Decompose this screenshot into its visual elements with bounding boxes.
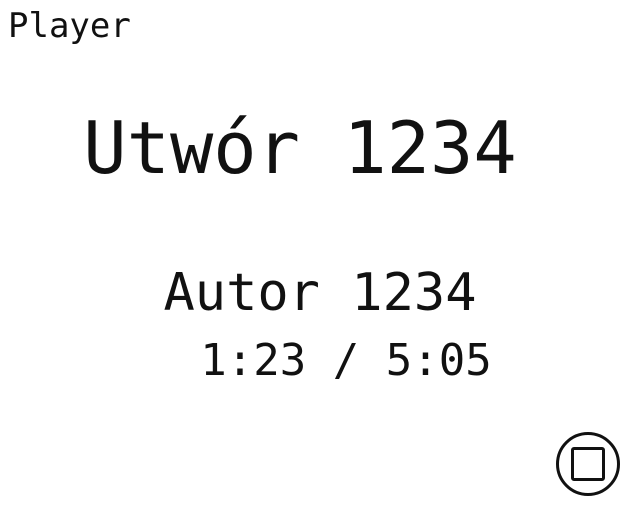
total-time: 5:05 <box>385 335 492 386</box>
app-title: Player <box>8 6 131 46</box>
stop-icon <box>571 447 605 481</box>
track-artist: Autor 1234 <box>163 263 477 323</box>
stop-button[interactable] <box>556 432 620 496</box>
current-time: 1:23 <box>200 335 307 386</box>
playback-time: 1:23 / 5:05 <box>0 334 640 388</box>
time-separator: / <box>332 335 360 386</box>
track-title: Utwór 1234 <box>83 106 517 190</box>
